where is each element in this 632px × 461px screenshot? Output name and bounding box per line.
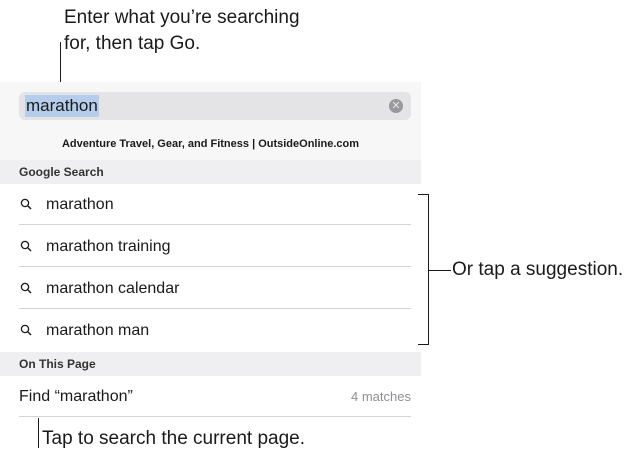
bracket-top-tick bbox=[418, 194, 428, 195]
section-header-label: Google Search bbox=[19, 165, 104, 179]
callout-page-search-instruction: Tap to search the current page. bbox=[42, 428, 305, 449]
suggestion-row[interactable]: marathon calendar bbox=[0, 268, 421, 309]
magnifier-icon bbox=[20, 198, 32, 210]
magnifier-icon bbox=[20, 282, 32, 294]
search-suggestions-panel: marathon ✕ Adventure Travel, Gear, and F… bbox=[0, 82, 421, 420]
callout-leader-line-right bbox=[429, 270, 451, 271]
suggestion-row[interactable]: marathon man bbox=[0, 310, 421, 351]
callout-leader-line-bottom bbox=[38, 418, 39, 448]
row-divider bbox=[19, 416, 411, 417]
magnifier-icon bbox=[20, 240, 32, 252]
search-field[interactable]: marathon ✕ bbox=[19, 92, 411, 120]
row-divider bbox=[19, 308, 411, 309]
suggestion-label: marathon bbox=[46, 196, 114, 213]
match-count: 4 matches bbox=[351, 389, 411, 404]
suggestion-label: marathon man bbox=[46, 322, 150, 339]
suggestion-row[interactable]: marathon training bbox=[0, 226, 421, 267]
callout-search-instruction-line2: for, then tap Go. bbox=[64, 33, 201, 54]
find-on-page-label: Find “marathon” bbox=[19, 388, 133, 405]
bracket-bottom-tick bbox=[418, 344, 428, 345]
clear-icon[interactable]: ✕ bbox=[389, 99, 403, 113]
section-header-google-search: Google Search bbox=[0, 160, 421, 184]
callout-suggestion-instruction: Or tap a suggestion. bbox=[452, 259, 624, 280]
magnifier-icon bbox=[20, 324, 32, 336]
suggestion-label: marathon calendar bbox=[46, 280, 180, 297]
suggestion-label: marathon training bbox=[46, 238, 171, 255]
search-bar-area: marathon ✕ Adventure Travel, Gear, and F… bbox=[0, 82, 421, 160]
suggestion-row[interactable]: marathon bbox=[0, 184, 421, 225]
search-input-value[interactable]: marathon bbox=[25, 95, 99, 117]
top-hit-suggestion[interactable]: Adventure Travel, Gear, and Fitness | Ou… bbox=[0, 138, 421, 150]
find-on-page-row[interactable]: Find “marathon” 4 matches bbox=[0, 376, 421, 417]
row-divider bbox=[19, 266, 411, 267]
section-header-label: On This Page bbox=[19, 357, 96, 371]
callout-search-instruction-line1: Enter what you’re searching bbox=[64, 7, 300, 28]
section-header-on-this-page: On This Page bbox=[0, 352, 421, 376]
row-divider bbox=[19, 224, 411, 225]
